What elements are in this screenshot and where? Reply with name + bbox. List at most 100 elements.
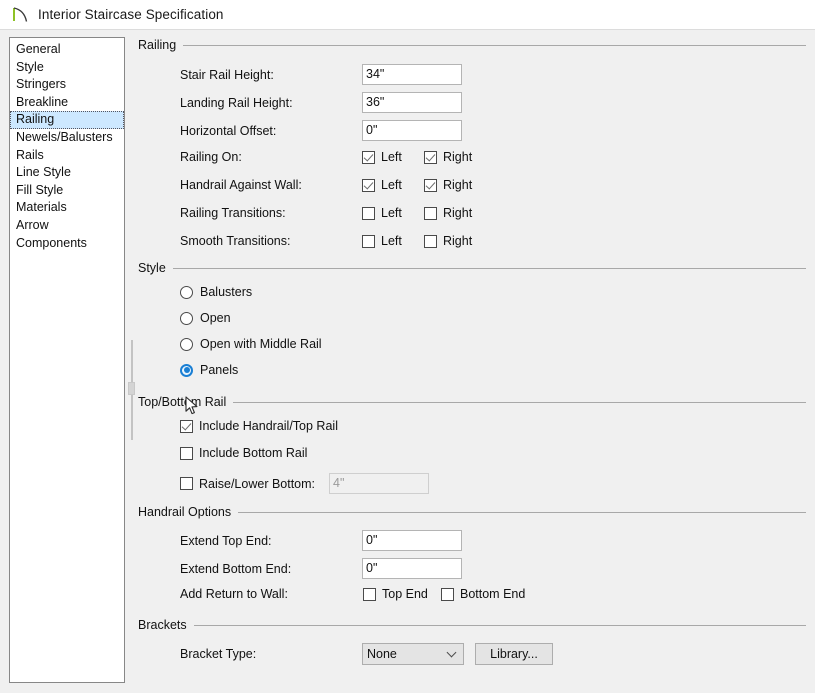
railing-on-left-label: Left xyxy=(381,150,402,164)
smooth-transitions-label: Smooth Transitions: xyxy=(180,234,291,248)
railing-transitions-left-label: Left xyxy=(381,206,402,220)
group-top-bottom-rail-divider xyxy=(233,401,806,403)
handrail-against-wall-right-checkbox[interactable]: Right xyxy=(424,178,472,192)
radio-button xyxy=(180,337,193,351)
include-handrail-top-rail-label: Include Handrail/Top Rail xyxy=(199,419,338,433)
checkbox-box xyxy=(362,178,375,192)
checkbox-box xyxy=(363,587,376,601)
pane-splitter[interactable] xyxy=(128,340,135,440)
sidebar-item-style[interactable]: Style xyxy=(10,59,124,77)
checkbox-box xyxy=(441,587,454,601)
landing-rail-height-input[interactable]: 36" xyxy=(362,92,462,113)
checkbox-box xyxy=(362,234,375,248)
sidebar-item-general[interactable]: General xyxy=(10,41,124,59)
group-brackets-divider xyxy=(193,624,806,626)
bracket-type-label: Bracket Type: xyxy=(180,647,257,661)
sidebar-item-line-style[interactable]: Line Style xyxy=(10,164,124,182)
raise-lower-bottom-input: 4" xyxy=(329,473,430,494)
add-return-to-wall-label: Add Return to Wall: xyxy=(180,587,288,601)
sidebar-item-rails[interactable]: Rails xyxy=(10,147,124,165)
checkbox-box xyxy=(180,446,193,460)
checkbox-box xyxy=(424,150,437,164)
smooth-transitions-right-checkbox[interactable]: Right xyxy=(424,234,472,248)
field-stair-rail-height: Stair Rail Height: 34" xyxy=(180,64,740,85)
radio-open-with-middle-rail-label: Open with Middle Rail xyxy=(200,337,322,351)
stair-rail-height-input[interactable]: 34" xyxy=(362,64,462,85)
group-handrail-options-title: Handrail Options xyxy=(138,505,232,519)
sidebar-item-components[interactable]: Components xyxy=(10,235,124,253)
extend-top-end-input[interactable]: 0" xyxy=(362,530,462,551)
splitter-handle[interactable] xyxy=(128,382,135,395)
handrail-against-wall-left-checkbox[interactable]: Left xyxy=(362,178,424,192)
group-style-divider xyxy=(172,267,806,269)
handrail-against-wall-left-label: Left xyxy=(381,178,402,192)
field-railing-transitions: Railing Transitions: Left Right xyxy=(180,206,740,220)
checkbox-include-handrail-top-rail[interactable]: Include Handrail/Top Rail xyxy=(180,419,338,433)
checkbox-box xyxy=(424,178,437,192)
radio-panels[interactable]: Panels xyxy=(180,363,238,377)
radio-panels-label: Panels xyxy=(200,363,239,377)
radio-open-with-middle-rail[interactable]: Open with Middle Rail xyxy=(180,337,322,351)
radio-open-label: Open xyxy=(200,311,231,325)
checkbox-add-return-top-end[interactable]: Top End xyxy=(363,587,441,601)
railing-transitions-label: Railing Transitions: xyxy=(180,206,286,220)
field-landing-rail-height: Landing Rail Height: 36" xyxy=(180,92,740,113)
extend-bottom-end-input[interactable]: 0" xyxy=(362,558,462,579)
group-handrail-options: Handrail Options Extend Top End: 0" Exte… xyxy=(138,505,806,630)
raise-lower-bottom-label: Raise/Lower Bottom: xyxy=(199,476,316,491)
checkbox-raise-lower-bottom[interactable]: Raise/Lower Bottom: xyxy=(180,477,315,491)
radio-balusters[interactable]: Balusters xyxy=(180,285,252,299)
field-raise-lower-bottom: Raise/Lower Bottom: 4" xyxy=(180,473,430,494)
field-railing-on: Railing On: Left Right xyxy=(180,150,740,164)
railing-transitions-left-checkbox[interactable]: Left xyxy=(362,206,424,220)
stair-rail-height-label: Stair Rail Height: xyxy=(180,67,274,82)
sidebar-item-newels-balusters[interactable]: Newels/Balusters xyxy=(10,129,124,147)
checkbox-box xyxy=(362,206,375,220)
radio-button xyxy=(180,285,193,299)
extend-bottom-end-label: Extend Bottom End: xyxy=(180,561,292,576)
bracket-type-dropdown[interactable]: None xyxy=(362,643,464,665)
railing-transitions-right-checkbox[interactable]: Right xyxy=(424,206,472,220)
checkbox-box xyxy=(180,419,193,433)
railing-on-left-checkbox[interactable]: Left xyxy=(362,150,424,164)
railing-transitions-right-label: Right xyxy=(443,206,473,220)
group-handrail-options-header: Handrail Options xyxy=(138,505,806,519)
radio-open[interactable]: Open xyxy=(180,311,231,325)
checkbox-include-bottom-rail[interactable]: Include Bottom Rail xyxy=(180,446,307,460)
group-brackets-title: Brackets xyxy=(138,618,187,632)
library-button[interactable]: Library... xyxy=(475,643,553,665)
railing-on-right-checkbox[interactable]: Right xyxy=(424,150,472,164)
checkbox-box xyxy=(424,234,437,248)
field-extend-top-end: Extend Top End: 0" xyxy=(180,530,740,551)
group-brackets: Brackets Bracket Type: None Library... xyxy=(138,618,806,688)
group-handrail-options-divider xyxy=(238,511,806,513)
handrail-against-wall-right-label: Right xyxy=(443,178,473,192)
sidebar-item-stringers[interactable]: Stringers xyxy=(10,76,124,94)
group-railing-title: Railing xyxy=(138,38,177,52)
title-bar: Interior Staircase Specification xyxy=(0,0,815,30)
group-railing-divider xyxy=(183,44,806,46)
checkbox-add-return-bottom-end[interactable]: Bottom End xyxy=(441,587,525,601)
category-list[interactable]: General Style Stringers Breakline Railin… xyxy=(9,37,125,683)
group-top-bottom-rail: Top/Bottom Rail Include Handrail/Top Rai… xyxy=(138,395,806,505)
sidebar-item-arrow[interactable]: Arrow xyxy=(10,217,124,235)
railing-on-right-label: Right xyxy=(443,150,473,164)
radio-button xyxy=(180,311,193,325)
railing-on-label: Railing On: xyxy=(180,150,242,164)
group-style: Style Balusters Open Open with Middle Ra… xyxy=(138,261,806,381)
add-return-top-end-label: Top End xyxy=(382,587,428,601)
radio-balusters-label: Balusters xyxy=(200,285,253,299)
sidebar-item-breakline[interactable]: Breakline xyxy=(10,94,124,112)
field-horizontal-offset: Horizontal Offset: 0" xyxy=(180,120,740,141)
field-add-return-to-wall: Add Return to Wall: Top End Bottom End xyxy=(180,587,740,601)
extend-top-end-label: Extend Top End: xyxy=(180,533,272,548)
group-style-title: Style xyxy=(138,261,166,275)
sidebar-item-materials[interactable]: Materials xyxy=(10,199,124,217)
group-top-bottom-rail-title: Top/Bottom Rail xyxy=(138,395,227,409)
sidebar-item-railing[interactable]: Railing xyxy=(10,111,124,129)
sidebar-item-fill-style[interactable]: Fill Style xyxy=(10,182,124,200)
smooth-transitions-left-checkbox[interactable]: Left xyxy=(362,234,424,248)
horizontal-offset-input[interactable]: 0" xyxy=(362,120,462,141)
field-bracket-type: Bracket Type: None Library... xyxy=(180,643,740,665)
group-brackets-header: Brackets xyxy=(138,618,806,632)
